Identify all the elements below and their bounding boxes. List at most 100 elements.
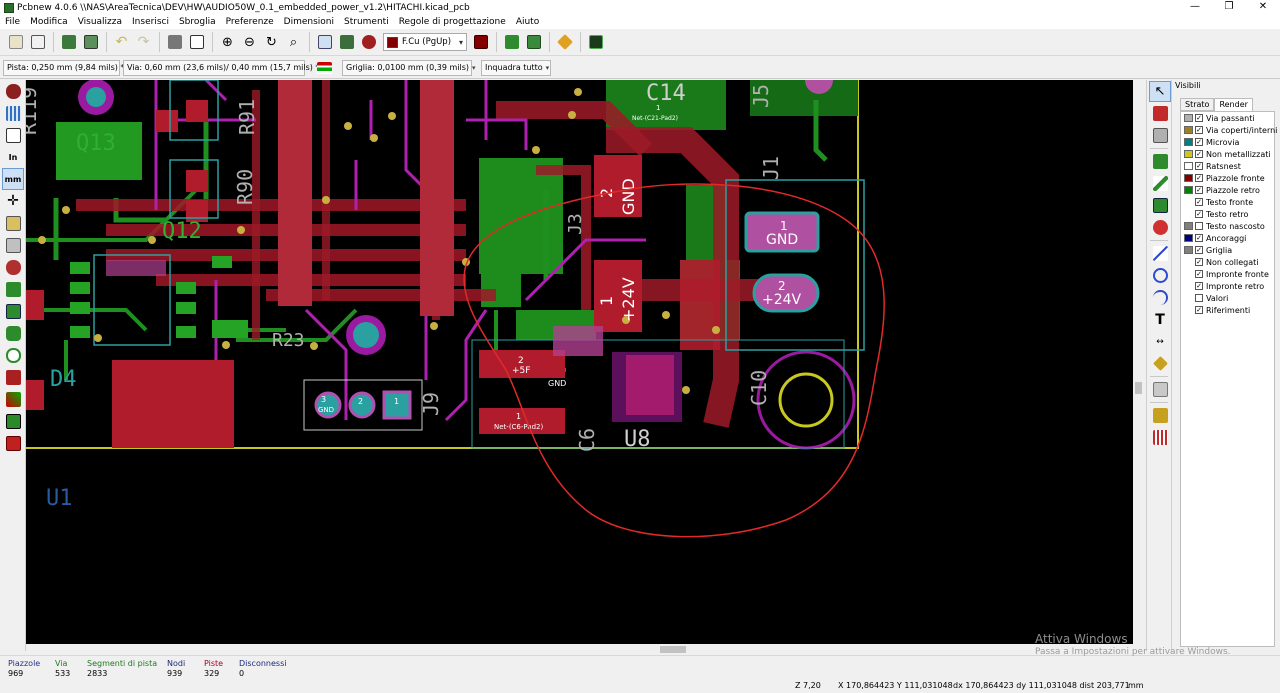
render-item-checkbox[interactable]: ✓ bbox=[1195, 174, 1203, 182]
render-item-checkbox[interactable]: ✓ bbox=[1195, 270, 1203, 278]
cursor-shape-icon[interactable]: ✛ bbox=[2, 190, 24, 212]
render-item[interactable]: ✓ Piazzole fronte bbox=[1181, 172, 1274, 184]
redo-icon[interactable]: ↷ bbox=[133, 32, 154, 53]
undo-icon[interactable]: ↶ bbox=[111, 32, 132, 53]
render-item[interactable]: ✓ Ratsnest bbox=[1181, 160, 1274, 172]
render-item[interactable]: ✓ Non collegati bbox=[1181, 256, 1274, 268]
menu-modifica[interactable]: Modifica bbox=[25, 15, 73, 29]
add-circle-icon[interactable] bbox=[1149, 265, 1171, 286]
render-item-checkbox[interactable]: ✓ bbox=[1195, 162, 1203, 170]
scripting-icon[interactable] bbox=[585, 32, 606, 53]
drc-icon[interactable] bbox=[2, 80, 24, 102]
show-ratsnest-icon[interactable] bbox=[2, 212, 24, 234]
render-item[interactable]: ✓ Testo fronte bbox=[1181, 196, 1274, 208]
tab-render[interactable]: Render bbox=[1214, 98, 1253, 111]
grid-route-icon[interactable] bbox=[501, 32, 522, 53]
grid-toggle-icon[interactable] bbox=[2, 102, 24, 124]
menu-visualizza[interactable]: Visualizza bbox=[73, 15, 127, 29]
render-item-color[interactable] bbox=[1184, 126, 1193, 134]
menu-preferenze[interactable]: Preferenze bbox=[221, 15, 279, 29]
add-arc-icon[interactable] bbox=[1149, 287, 1171, 308]
render-item-checkbox[interactable]: ✓ bbox=[1195, 138, 1203, 146]
render-item-color[interactable] bbox=[1184, 246, 1193, 254]
add-line-icon[interactable] bbox=[1149, 243, 1171, 264]
track-sketch-icon[interactable] bbox=[2, 366, 24, 388]
vertical-scrollbar[interactable] bbox=[1133, 80, 1144, 644]
render-item-checkbox[interactable]: ✓ bbox=[1195, 282, 1203, 290]
render-item-color[interactable] bbox=[1184, 150, 1193, 158]
tab-strato[interactable]: Strato bbox=[1180, 98, 1215, 111]
zoom-redraw-icon[interactable]: ↻ bbox=[261, 32, 282, 53]
render-item-color[interactable] bbox=[1184, 258, 1193, 266]
render-item[interactable]: ✓ Impronte fronte bbox=[1181, 268, 1274, 280]
inch-units-button[interactable]: In bbox=[2, 146, 24, 168]
render-item[interactable]: ✓ Piazzole retro bbox=[1181, 184, 1274, 196]
zoom-in-icon[interactable]: ⊕ bbox=[217, 32, 238, 53]
zone-outline-icon[interactable] bbox=[2, 300, 24, 322]
render-item-color[interactable] bbox=[1184, 138, 1193, 146]
render-item[interactable]: Valori bbox=[1181, 292, 1274, 304]
track-settings-icon[interactable] bbox=[314, 57, 335, 78]
horizontal-scrollbar[interactable] bbox=[26, 644, 1144, 655]
render-item[interactable]: ✓ Via coperti/interni bbox=[1181, 124, 1277, 136]
zoom-select[interactable]: Inquadra tutto ▾ bbox=[481, 59, 551, 76]
zoom-out-icon[interactable]: ⊖ bbox=[239, 32, 260, 53]
auto-route-icon[interactable] bbox=[2, 256, 24, 278]
render-item-color[interactable] bbox=[1184, 174, 1193, 182]
render-item-checkbox[interactable]: ✓ bbox=[1195, 126, 1203, 134]
render-item[interactable]: ✓ Griglia bbox=[1181, 244, 1274, 256]
minimize-button[interactable]: — bbox=[1178, 0, 1212, 15]
render-item-checkbox[interactable]: ✓ bbox=[1195, 186, 1203, 194]
render-item-checkbox[interactable] bbox=[1195, 222, 1203, 230]
open-icon[interactable] bbox=[27, 32, 48, 53]
highlight-net-icon[interactable] bbox=[1149, 103, 1171, 124]
render-item-color[interactable] bbox=[1184, 210, 1193, 218]
via-sketch-icon[interactable] bbox=[2, 322, 24, 344]
menu-sbroglia[interactable]: Sbroglia bbox=[174, 15, 221, 29]
zone-fill-icon[interactable] bbox=[2, 278, 24, 300]
render-item[interactable]: ✓ Via passanti bbox=[1181, 112, 1274, 124]
render-item-color[interactable] bbox=[1184, 234, 1193, 242]
zoom-fit-icon[interactable]: ⌕ bbox=[283, 32, 304, 53]
horizontal-scroll-thumb[interactable] bbox=[660, 646, 686, 653]
find-icon[interactable] bbox=[314, 32, 335, 53]
render-item[interactable]: ✓ Riferimenti bbox=[1181, 304, 1274, 316]
render-item-checkbox[interactable]: ✓ bbox=[1195, 246, 1203, 254]
save-icon[interactable] bbox=[58, 32, 79, 53]
add-target-icon[interactable] bbox=[1149, 353, 1171, 374]
menu-aiuto[interactable]: Aiuto bbox=[511, 15, 544, 29]
render-item-checkbox[interactable]: ✓ bbox=[1195, 258, 1203, 266]
grid-origin-icon[interactable] bbox=[1149, 427, 1171, 448]
maximize-button[interactable]: ❐ bbox=[1212, 0, 1246, 15]
render-item-checkbox[interactable]: ✓ bbox=[1195, 198, 1203, 206]
render-item-color[interactable] bbox=[1184, 114, 1193, 122]
menu-strumenti[interactable]: Strumenti bbox=[339, 15, 394, 29]
add-dimension-icon[interactable]: ↔ bbox=[1149, 331, 1171, 352]
drc-warning-icon[interactable] bbox=[554, 32, 575, 53]
render-item-checkbox[interactable]: ✓ bbox=[1195, 234, 1203, 242]
high-contrast-icon[interactable] bbox=[2, 388, 24, 410]
mm-units-button[interactable]: mm bbox=[2, 168, 24, 190]
set-origin-icon[interactable] bbox=[1149, 405, 1171, 426]
print-icon[interactable] bbox=[164, 32, 185, 53]
render-item-color[interactable] bbox=[1184, 222, 1193, 230]
render-item-checkbox[interactable]: ✓ bbox=[1195, 306, 1203, 314]
close-button[interactable]: ✕ bbox=[1246, 0, 1280, 15]
render-item-checkbox[interactable] bbox=[1195, 294, 1203, 302]
render-item[interactable]: Testo nascosto bbox=[1181, 220, 1274, 232]
layer-pair-icon[interactable] bbox=[470, 32, 491, 53]
render-item[interactable]: ✓ Ancoraggi bbox=[1181, 232, 1274, 244]
module-ratsnest-icon[interactable] bbox=[2, 234, 24, 256]
render-item-color[interactable] bbox=[1184, 186, 1193, 194]
pcb-canvas[interactable]: R119 Q13 R91 R90 Q12 D4 U1 C14 J5 J1 J3 … bbox=[26, 80, 1133, 644]
render-item-color[interactable] bbox=[1184, 198, 1193, 206]
select-arrow-icon[interactable]: ↖ bbox=[1149, 81, 1171, 102]
autoplace-icon[interactable] bbox=[523, 32, 544, 53]
render-item-color[interactable] bbox=[1184, 162, 1193, 170]
render-item[interactable]: ✓ Impronte retro bbox=[1181, 280, 1274, 292]
page-settings-icon[interactable] bbox=[80, 32, 101, 53]
grid-select[interactable]: Griglia: 0,0100 mm (0,39 mils) ▾ bbox=[342, 59, 476, 76]
render-item[interactable]: ✓ Microvia bbox=[1181, 136, 1274, 148]
render-item-checkbox[interactable]: ✓ bbox=[1195, 150, 1203, 158]
plot-icon[interactable] bbox=[186, 32, 207, 53]
